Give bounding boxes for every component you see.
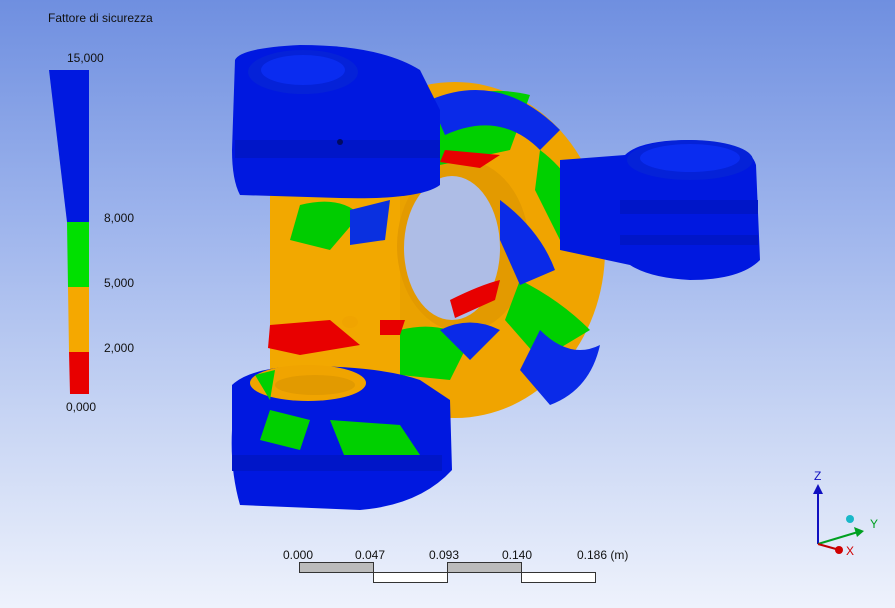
x-axis-icon	[817, 543, 837, 550]
triad-origin-sphere	[846, 515, 854, 523]
y-axis-icon	[817, 531, 859, 545]
y-axis-label: Y	[870, 517, 878, 531]
scale-tick-2: 0.093	[429, 548, 460, 562]
axis-triad[interactable]: Z Y X	[808, 466, 888, 558]
scale-bar: 0.000 0.047 0.093 0.140 0.186 (m)	[280, 548, 640, 588]
scale-bar-graphic	[299, 562, 596, 583]
scale-tick-0: 0.000	[283, 548, 314, 562]
z-axis-label: Z	[814, 469, 821, 483]
scale-tick-3: 0.140	[502, 548, 533, 562]
steering-knuckle-model	[231, 45, 760, 510]
scale-tick-1: 0.047	[355, 548, 386, 562]
model-viewport[interactable]	[0, 0, 895, 608]
scale-tick-4: 0.186 (m)	[577, 548, 629, 562]
x-axis-label: X	[846, 544, 854, 558]
